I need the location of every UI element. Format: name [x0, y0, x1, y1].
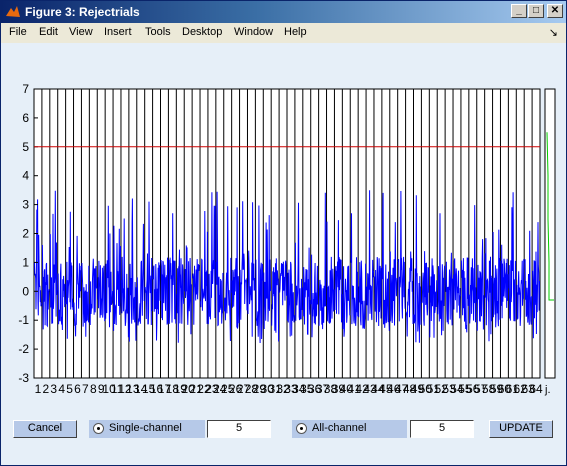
y-tick-label: 7 [22, 82, 29, 96]
minimize-button[interactable]: _ [511, 4, 527, 18]
x-tick-label: 4 [58, 382, 65, 396]
menu-window[interactable]: Window [234, 26, 273, 38]
menu-bar: File Edit View Insert Tools Desktop Wind… [1, 23, 566, 43]
single-channel-threshold-field[interactable]: 5 [207, 420, 271, 438]
window-title: Figure 3: Rejectrials [25, 5, 140, 19]
y-tick-label: 6 [22, 111, 29, 125]
x-tick-label: 7 [82, 382, 89, 396]
close-button[interactable]: ✕ [547, 4, 563, 18]
y-tick-label: 1 [22, 255, 29, 269]
trial-plot: -3-2-101234567 1 2 3 4 5 6 7 8 91011121314151617… [18, 82, 556, 396]
y-tick-label: -2 [18, 342, 29, 356]
side-panel [544, 88, 556, 379]
matlab-icon [6, 6, 20, 17]
menu-tools[interactable]: Tools [145, 26, 171, 38]
y-tick-label: 2 [22, 227, 29, 241]
x-tick-label: 6 [74, 382, 81, 396]
maximize-button[interactable]: □ [528, 4, 544, 18]
y-tick-label: -3 [18, 371, 29, 385]
menu-help[interactable]: Help [284, 26, 307, 38]
menu-view[interactable]: View [69, 26, 93, 38]
dock-arrow-icon[interactable]: ↘ [549, 26, 558, 39]
menu-desktop[interactable]: Desktop [182, 26, 222, 38]
y-tick-label: -1 [18, 313, 29, 327]
cancel-button[interactable]: Cancel [13, 420, 77, 438]
all-channel-radio[interactable]: All-channel [292, 420, 407, 438]
figure-canvas: -3 -2 -1 0 1 2 3 4 5 6 7 1 2 3 4 5 6 7 8 9 10 11 12 13 14 15 16 17… [1, 43, 566, 465]
single-channel-radio[interactable]: Single-channel [89, 420, 205, 438]
x-tick-label: 1 [35, 382, 42, 396]
update-button[interactable]: UPDATE [489, 420, 553, 438]
x-tick-label: 5 [66, 382, 73, 396]
menu-file[interactable]: File [9, 26, 27, 38]
side-panel-label: j. [544, 384, 551, 396]
x-tick-label: 2 [43, 382, 50, 396]
x-tick-label: 64 [529, 382, 543, 396]
y-tick-label: 4 [22, 169, 29, 183]
menu-insert[interactable]: Insert [104, 26, 132, 38]
x-tick-label: 8 [90, 382, 97, 396]
menu-edit[interactable]: Edit [39, 26, 58, 38]
title-bar[interactable]: Figure 3: Rejectrials _ □ ✕ [1, 1, 566, 23]
single-channel-label: Single-channel [109, 422, 182, 434]
y-tick-label: 5 [22, 140, 29, 154]
radio-button-icon[interactable] [296, 423, 307, 434]
all-channel-label: All-channel [312, 422, 367, 434]
radio-button-icon[interactable] [93, 423, 104, 434]
y-tick-label: 0 [22, 284, 29, 298]
y-tick-label: 3 [22, 198, 29, 212]
all-channel-threshold-field[interactable]: 5 [410, 420, 474, 438]
figure-window: Figure 3: Rejectrials _ □ ✕ File Edit Vi… [0, 0, 567, 466]
x-tick-label: 3 [50, 382, 57, 396]
